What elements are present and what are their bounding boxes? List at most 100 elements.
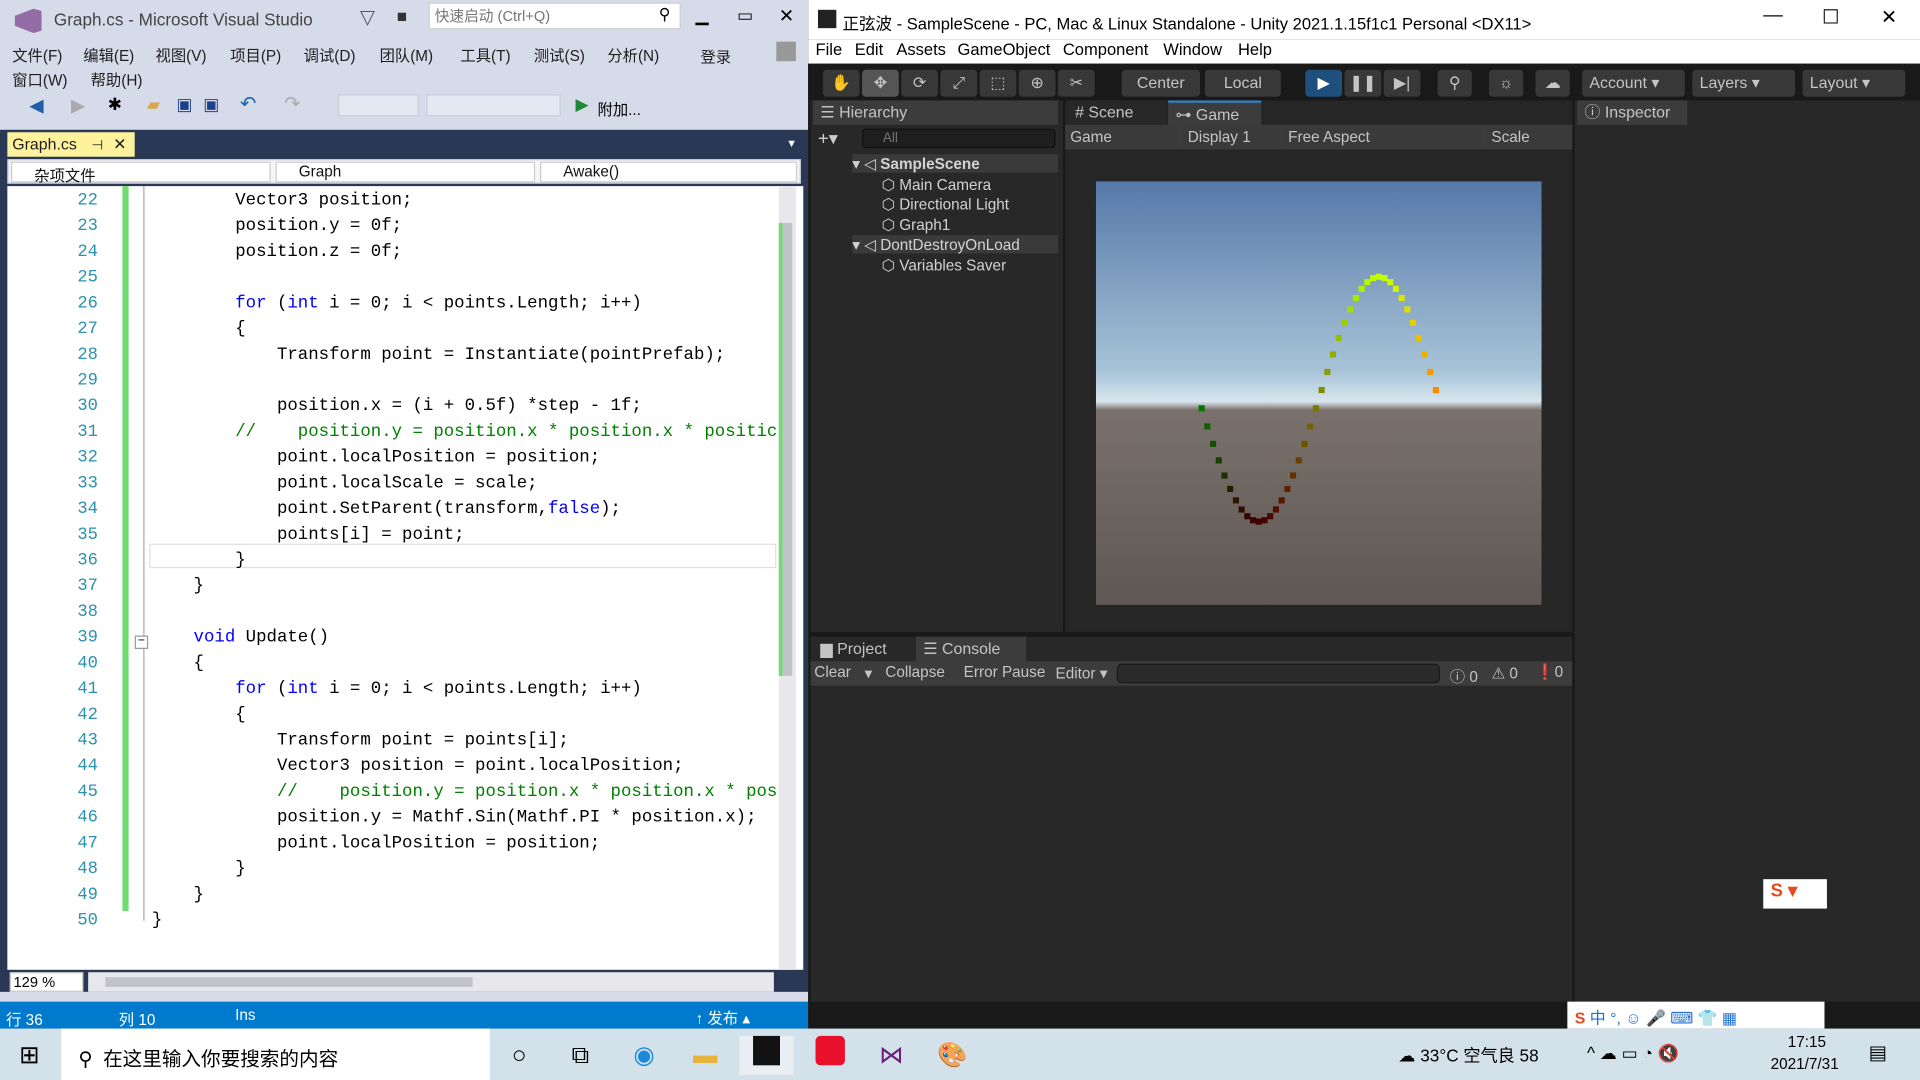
class-dropdown[interactable]: Graph — [275, 161, 536, 183]
code-line[interactable]: } — [152, 551, 245, 571]
code-line[interactable]: point.SetParent(transform,false); — [152, 500, 621, 520]
code-line[interactable]: { — [152, 705, 245, 725]
code-line[interactable]: point.localScale = scale; — [152, 474, 538, 494]
hierarchy-item[interactable]: ⬡ Variables Saver — [882, 255, 1007, 274]
maximize-button[interactable]: ▭ — [737, 5, 753, 26]
redo-icon[interactable]: ↷ — [284, 92, 300, 116]
windows-start-icon[interactable]: ⊞ — [2, 1036, 56, 1075]
code-line[interactable]: { — [152, 320, 245, 340]
play-button[interactable]: ▶ — [1305, 69, 1343, 97]
log-count[interactable]: ⓘ 0 — [1450, 664, 1478, 687]
taskbar-search[interactable]: ⚲ 在这里输入你要搜索的内容 — [61, 1028, 490, 1080]
code-line[interactable]: { — [152, 654, 204, 674]
layers-dropdown[interactable]: Layers ▾ — [1692, 69, 1796, 97]
tab-close-icon[interactable]: ✕ — [113, 135, 126, 153]
custom-tool-icon[interactable]: ✂ — [1057, 69, 1095, 97]
tab-hierarchy[interactable]: ☰ Hierarchy — [813, 100, 1058, 125]
code-line[interactable]: } — [152, 911, 162, 931]
error-pause-button[interactable]: Error Pause — [964, 664, 1046, 681]
cortana-icon[interactable]: ○ — [492, 1036, 546, 1075]
close-button[interactable]: ✕ — [779, 5, 794, 27]
open-folder-icon[interactable]: ▰ — [147, 94, 160, 115]
menu-project[interactable]: 项目(P) — [230, 43, 281, 66]
clock-time[interactable]: 17:15 — [1788, 1033, 1826, 1050]
task-view-icon[interactable]: ⧉ — [553, 1036, 607, 1075]
scroll-thumb[interactable] — [782, 222, 793, 676]
zoom-dropdown[interactable]: 129 % — [9, 972, 84, 992]
weather-widget[interactable]: ☁ 33°C 空气良 58 — [1398, 1043, 1538, 1067]
new-project-icon[interactable]: ✱ — [108, 94, 122, 115]
code-line[interactable]: point.localPosition = position; — [152, 448, 600, 468]
menu-component[interactable]: Component — [1063, 40, 1148, 58]
menu-debug[interactable]: 调试(D) — [304, 43, 356, 66]
code-line[interactable]: // position.y = position.x * position.x … — [152, 782, 777, 802]
warning-count[interactable]: ⚠ 0 — [1491, 664, 1517, 682]
cloud-icon[interactable]: ☁ — [1535, 69, 1570, 97]
code-line[interactable]: void Update() — [152, 628, 330, 648]
hierarchy-item[interactable]: ⬡ Main Camera — [882, 174, 991, 193]
code-line[interactable]: Vector3 position; — [152, 191, 412, 211]
code-editor[interactable]: − 22 Vector3 position; 23 position.y = 0f… — [7, 186, 804, 970]
h-scroll-thumb[interactable] — [105, 977, 473, 987]
platform-dropdown[interactable] — [426, 94, 561, 117]
publish-button[interactable]: ↑ 发布 ▴ — [696, 1005, 750, 1028]
tab-console[interactable]: ☰ Console — [915, 636, 1027, 662]
menu-gameobject[interactable]: GameObject — [958, 40, 1051, 58]
menu-test[interactable]: 测试(S) — [534, 43, 585, 66]
code-line[interactable]: for (int i = 0; i < points.Length; i++) — [152, 294, 642, 314]
code-line[interactable]: } — [152, 577, 204, 597]
paint-icon[interactable]: 🎨 — [926, 1036, 980, 1075]
error-count[interactable]: ❗0 — [1536, 664, 1564, 682]
menu-analyze[interactable]: 分析(N) — [607, 43, 659, 66]
hierarchy-item[interactable]: ⬡ Graph1 — [882, 215, 951, 233]
code-line[interactable]: Transform point = points[i]; — [152, 731, 569, 751]
menu-view[interactable]: 视图(V) — [156, 43, 207, 66]
save-all-icon[interactable]: ▣ — [203, 94, 219, 115]
menu-assets[interactable]: Assets — [896, 40, 946, 58]
transform-tool-icon[interactable]: ⊕ — [1018, 69, 1056, 97]
edge-icon[interactable]: ◉ — [617, 1036, 671, 1075]
notification-icon[interactable]: ▤ — [1869, 1041, 1888, 1065]
code-line[interactable]: point.localPosition = position; — [152, 834, 600, 854]
search-icon[interactable]: ⚲ — [1437, 69, 1472, 97]
tab-scene[interactable]: # Scene — [1067, 100, 1166, 125]
collapse-icon[interactable]: − — [134, 635, 149, 649]
hierarchy-item[interactable]: ⬡ Directional Light — [882, 195, 1009, 213]
add-button[interactable]: +▾ — [818, 127, 838, 150]
collapse-button[interactable]: Collapse — [885, 664, 945, 681]
scale-tool-icon[interactable]: ⤢ — [940, 69, 978, 97]
feedback-icon[interactable]: ■ — [397, 6, 407, 26]
menu-edit[interactable]: Edit — [855, 40, 883, 58]
member-dropdown[interactable]: Awake() — [540, 161, 798, 183]
code-line[interactable]: Transform point = Instantiate(pointPrefa… — [152, 345, 725, 365]
minimize-button[interactable]: — — [1763, 5, 1783, 27]
console-search[interactable] — [1116, 663, 1441, 684]
menu-tools[interactable]: 工具(T) — [460, 43, 510, 66]
clear-button[interactable]: Clear — [814, 664, 851, 681]
space-local-button[interactable]: Local — [1204, 69, 1281, 97]
menu-window[interactable]: Window — [1163, 40, 1222, 58]
attach-button[interactable]: 附加... — [598, 97, 641, 120]
vertical-scrollbar[interactable] — [778, 186, 796, 970]
file-explorer-icon[interactable]: ▬ — [678, 1036, 732, 1075]
config-dropdown[interactable] — [337, 94, 419, 117]
clock-date[interactable]: 2021/7/31 — [1771, 1056, 1839, 1073]
code-line[interactable]: } — [152, 860, 245, 880]
clear-options-icon[interactable]: ▾ — [864, 664, 872, 682]
unity-app-icon[interactable] — [739, 1035, 794, 1076]
tab-game[interactable]: ⊶ Game — [1168, 100, 1262, 125]
visual-studio-app-icon[interactable]: ⋈ — [864, 1036, 918, 1075]
hierarchy-item[interactable]: ▾ ◁ SampleScene — [852, 154, 1058, 173]
menu-edit[interactable]: 编辑(E) — [83, 43, 134, 66]
project-dropdown[interactable]: 杂项文件 — [11, 161, 271, 185]
pause-button[interactable]: ❚❚ — [1344, 69, 1382, 97]
back-icon[interactable]: ◀ — [29, 94, 43, 117]
collab-icon[interactable]: ☼ — [1488, 69, 1524, 97]
code-line[interactable]: position.z = 0f; — [152, 242, 402, 262]
display-dropdown[interactable]: Display 1 — [1182, 126, 1281, 149]
pin-icon[interactable]: ⊣ — [92, 138, 104, 153]
tab-graph-cs[interactable]: Graph.cs ⊣ ✕ — [7, 132, 135, 157]
menu-file[interactable]: File — [816, 40, 843, 58]
minimize-button[interactable]: ▁ — [696, 5, 709, 26]
scale-slider[interactable]: Scale — [1486, 126, 1570, 149]
